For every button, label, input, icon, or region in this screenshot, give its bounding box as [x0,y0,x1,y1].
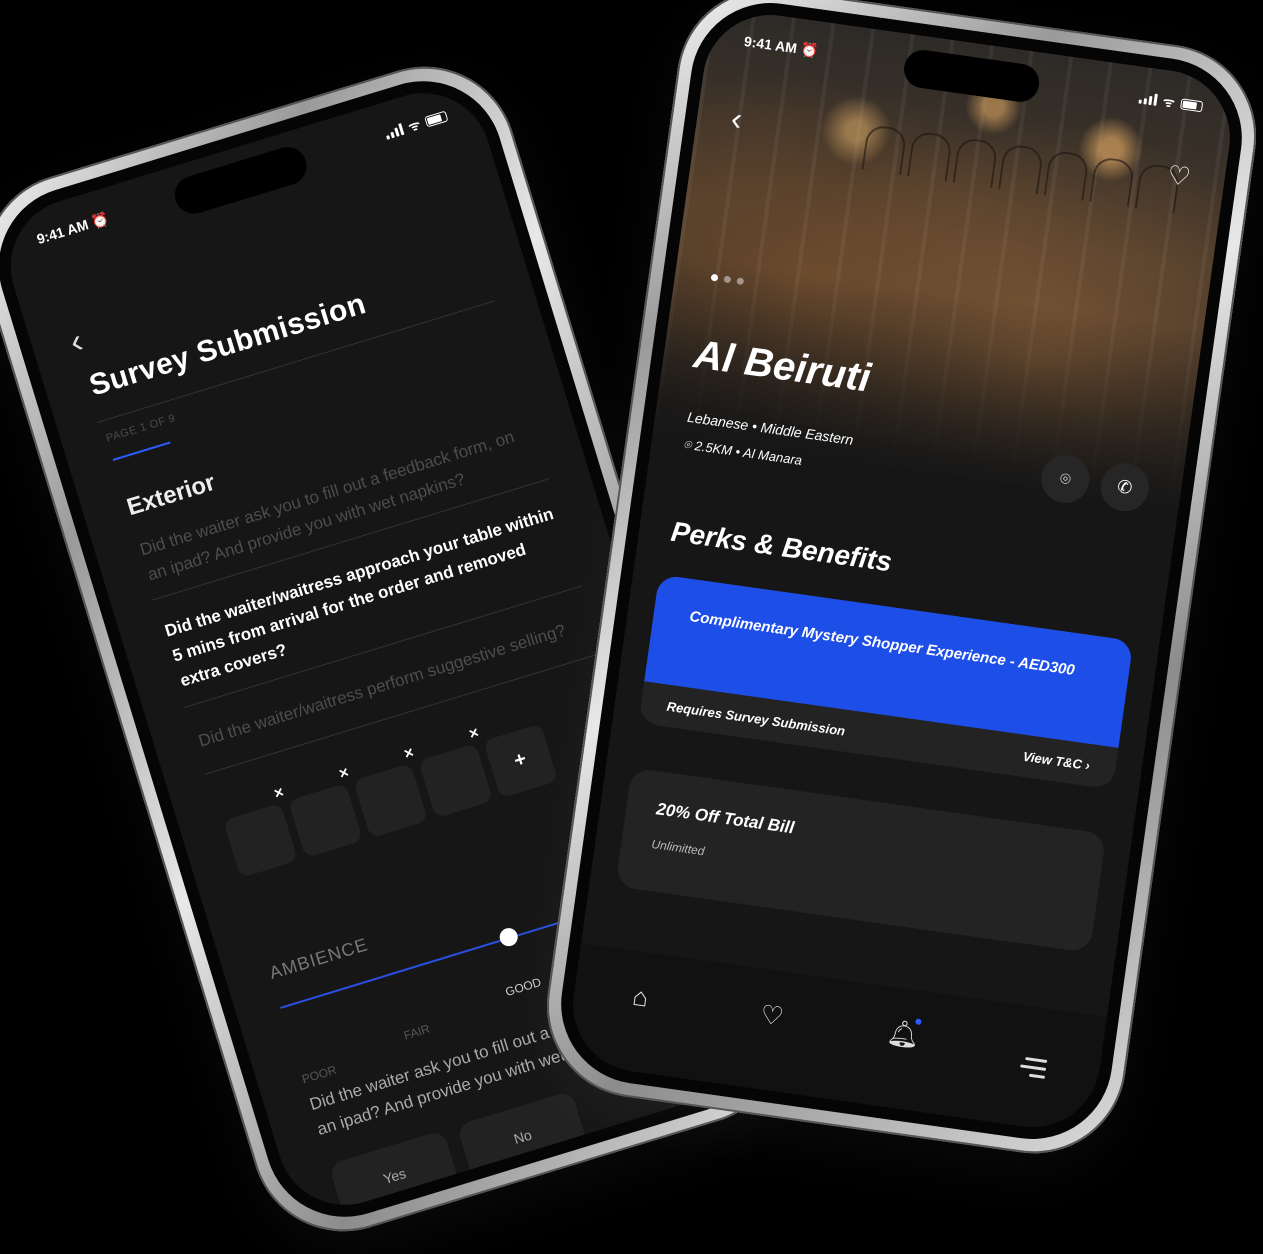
favorite-heart-icon[interactable]: ♡ [1165,159,1192,193]
add-photo-button[interactable]: + [483,723,559,799]
view-tc-link[interactable]: View T&C › [1022,748,1091,772]
level-fair[interactable]: FAIR [402,1022,432,1043]
interior-arches [861,123,1181,214]
level-poor[interactable]: POOR [300,1063,338,1087]
battery-icon [424,110,449,128]
perks-title: Perks & Benefits [669,515,894,578]
yes-button[interactable]: Yes [328,1129,461,1222]
menu-icon[interactable] [1012,1035,1057,1080]
photo-slot[interactable]: × [223,784,299,878]
back-button[interactable]: ‹ [65,322,87,363]
photo-slot[interactable]: × [418,724,494,819]
plus-icon: + [511,747,530,773]
signal-icon [384,123,405,140]
phone-bezel: 9:41 AM ⏰ ᯤ ‹ ♡ Al Beiruti Lebanese • Mi… [550,0,1253,1150]
photo-slots: × × × × + [223,723,559,878]
home-icon[interactable]: ⌂ [619,979,663,1015]
restaurant-phone: 9:41 AM ⏰ ᯤ ‹ ♡ Al Beiruti Lebanese • Mi… [535,0,1263,1166]
map-pin-icon: ⌾ [1058,467,1073,490]
progress-bar [112,441,171,461]
notification-dot [914,1018,922,1026]
page-title: Survey Submission [85,287,370,403]
status-icons: ᯤ [383,107,449,143]
remove-photo-icon[interactable]: × [402,744,416,764]
level-good[interactable]: GOOD [504,975,543,999]
perk-card[interactable]: 20% Off Total Bill Unlimitted [615,767,1107,953]
perk-card[interactable]: Complimentary Mystery Shopper Experience… [638,574,1134,790]
no-button[interactable]: No [456,1090,589,1184]
status-time: 9:41 AM ⏰ [34,210,111,248]
carousel-dot[interactable] [723,275,732,284]
remove-photo-icon[interactable]: × [467,724,481,744]
photo-slot[interactable]: × [288,764,364,859]
carousel-dot[interactable] [736,277,745,286]
wifi-icon: ᯤ [406,116,423,135]
slider-knob[interactable] [497,925,520,949]
photo-slot[interactable]: × [353,744,429,839]
restaurant-screen: 9:41 AM ⏰ ᯤ ‹ ♡ Al Beiruti Lebanese • Mi… [564,6,1239,1136]
phone-icon: ✆ [1116,475,1134,498]
carousel-dot[interactable] [710,273,719,282]
heart-icon[interactable]: ♡ [750,998,794,1034]
status-bar: 9:41 AM ⏰ ᯤ [0,94,481,262]
wifi-icon: ᯤ [1161,93,1176,111]
remove-photo-icon[interactable]: × [272,784,286,804]
remove-photo-icon[interactable]: × [337,764,351,784]
bell-icon[interactable]: 🔔︎ [881,1016,925,1052]
ambience-label: AMBIENCE [266,934,371,984]
section-title: Exterior [123,468,219,522]
signal-icon [1138,92,1158,106]
battery-icon [1180,97,1204,112]
